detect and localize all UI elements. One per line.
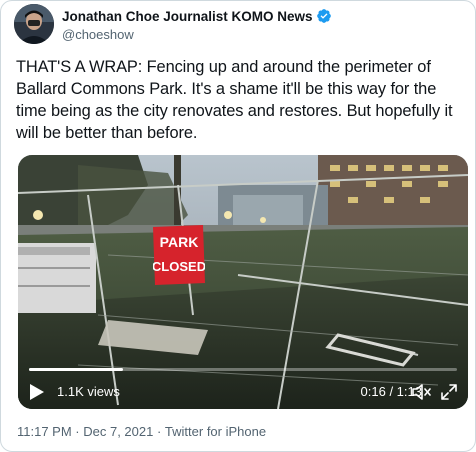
- video-progress-bar[interactable]: [29, 368, 457, 371]
- meta-separator: ·: [153, 424, 165, 439]
- video-progress-fill: [29, 368, 124, 371]
- avatar-image: [14, 4, 54, 44]
- display-name-line: Jonathan Choe Journalist KOMO News: [62, 6, 332, 26]
- park-closed-sign: PARK CLOSED: [153, 225, 205, 285]
- sign-text-top: PARK: [160, 234, 199, 250]
- tweet-date: Dec 7, 2021: [83, 424, 154, 439]
- author-meta: Jonathan Choe Journalist KOMO News @choe…: [62, 6, 332, 42]
- tweet-card: Jonathan Choe Journalist KOMO News @choe…: [0, 0, 476, 452]
- verified-badge-icon: [316, 9, 331, 23]
- tweet-timestamp[interactable]: 11:17 PM · Dec 7, 2021 · Twitter for iPh…: [17, 424, 266, 439]
- mute-icon[interactable]: [411, 382, 431, 402]
- video-view-count: 1.1K views: [57, 384, 120, 399]
- meta-separator: ·: [71, 424, 84, 439]
- author-display-name[interactable]: Jonathan Choe Journalist KOMO News: [62, 9, 313, 24]
- fullscreen-icon[interactable]: [441, 384, 457, 400]
- tweet-text: THAT'S A WRAP: Fencing up and around the…: [16, 58, 453, 142]
- tweet-source: Twitter for iPhone: [164, 424, 267, 439]
- avatar[interactable]: [14, 4, 54, 44]
- sign-text-bottom: CLOSED: [153, 259, 205, 274]
- author-handle[interactable]: @choeshow: [62, 27, 332, 42]
- video-player[interactable]: PARK CLOSED 1.1K views 0:16 / 1:13: [18, 155, 468, 409]
- play-icon[interactable]: [29, 383, 45, 401]
- author-row: Jonathan Choe Journalist KOMO News @choe…: [14, 4, 464, 48]
- tweet-time: 11:17 PM: [17, 424, 72, 439]
